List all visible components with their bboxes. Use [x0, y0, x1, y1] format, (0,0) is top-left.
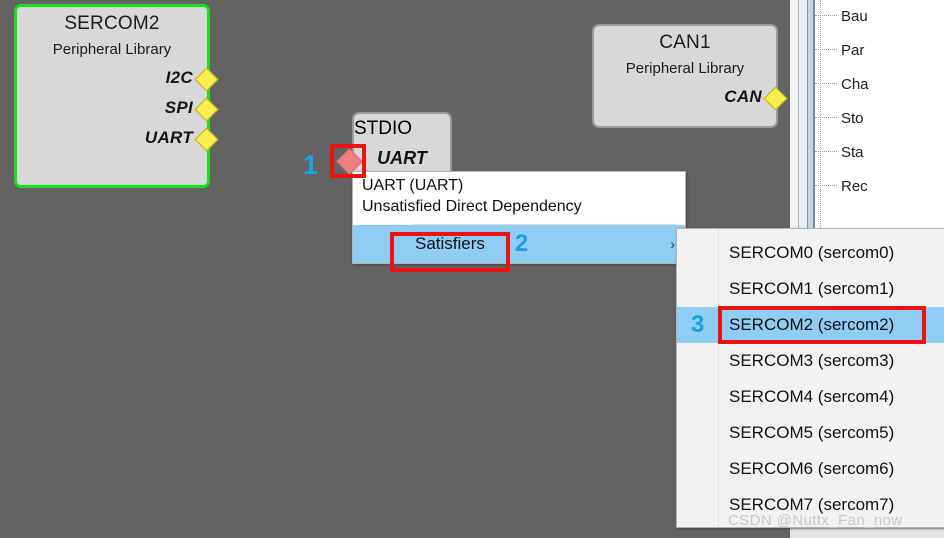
diagram-canvas[interactable]: SERCOM2 Peripheral Library I2C SPI UART … — [0, 0, 790, 538]
port-spi-label: SPI — [164, 98, 193, 117]
menu-item-satisfiers-label: Satisfiers — [415, 234, 485, 253]
port-i2c-connector-icon[interactable] — [194, 67, 219, 92]
submenu-item-label: SERCOM5 (sercom5) — [729, 423, 895, 442]
submenu-item-label: SERCOM3 (sercom3) — [729, 351, 895, 370]
submenu-item-label: SERCOM0 (sercom0) — [729, 243, 895, 262]
port-can[interactable]: CAN — [594, 86, 788, 111]
tree-connector-icon — [815, 15, 837, 17]
block-stdio-title: STDIO — [354, 118, 413, 139]
submenu-item-label: SERCOM1 (sercom1) — [729, 279, 895, 298]
tree-item-label: Par — [841, 41, 865, 59]
port-can-connector-icon[interactable] — [763, 86, 788, 111]
port-spi[interactable]: SPI — [17, 97, 219, 122]
tree-item-receive[interactable]: Rec — [815, 176, 868, 196]
tree-connector-icon — [815, 151, 837, 153]
step-2-marker: 2 — [514, 230, 529, 257]
submenu-item-sercom6[interactable]: SERCOM6 (sercom6) — [677, 451, 944, 487]
block-sercom2-ports: I2C SPI UART — [17, 67, 219, 152]
block-can1-subtitle: Peripheral Library — [625, 60, 745, 77]
submenu-item-sercom3[interactable]: SERCOM3 (sercom3) — [677, 343, 944, 379]
block-stdio-port-label: UART — [377, 148, 427, 168]
port-spi-connector-icon[interactable] — [194, 97, 219, 122]
port-i2c[interactable]: I2C — [17, 67, 219, 92]
block-sercom2[interactable]: SERCOM2 Peripheral Library I2C SPI UART — [14, 4, 219, 188]
watermark: CSDN @Nuttx_Fan_now — [728, 512, 903, 529]
submenu-item-label: SERCOM4 (sercom4) — [729, 387, 895, 406]
tree-item-parity[interactable]: Par — [815, 40, 864, 60]
annotation-step-1: 1 — [303, 150, 319, 180]
tree-connector-icon — [815, 49, 837, 51]
block-stdio[interactable]: STDIO UART — [352, 112, 452, 180]
block-can1[interactable]: CAN1 Peripheral Library CAN — [592, 24, 788, 128]
tree-connector-icon — [815, 83, 837, 85]
submenu-item-sercom4[interactable]: SERCOM4 (sercom4) — [677, 379, 944, 415]
tree-item-label: Sto — [841, 109, 864, 127]
screenshot-root: SERCOM2 Peripheral Library I2C SPI UART … — [0, 0, 944, 538]
tree-item-character[interactable]: Cha — [815, 74, 869, 94]
dependency-status: Unsatisfied Direct Dependency — [362, 198, 582, 215]
tree-item-label: Rec — [841, 177, 868, 195]
submenu-item-sercom1[interactable]: SERCOM1 (sercom1) — [677, 271, 944, 307]
step-3-marker: 3 — [691, 311, 705, 338]
tree-connector-icon — [815, 117, 837, 119]
tree-item-label: Bau — [841, 7, 868, 25]
submenu-item-sercom5[interactable]: SERCOM5 (sercom5) — [677, 415, 944, 451]
port-uart-connector-icon[interactable] — [194, 127, 219, 152]
context-menu[interactable]: UART (UART) Unsatisfied Direct Dependenc… — [352, 171, 686, 264]
tree-item-start[interactable]: Sta — [815, 142, 864, 162]
satisfiers-submenu[interactable]: SERCOM0 (sercom0) SERCOM1 (sercom1) 3 SE… — [676, 228, 944, 528]
port-uart-label: UART — [144, 128, 193, 147]
menu-item-satisfiers[interactable]: Satisfiers 2 › — [353, 225, 685, 263]
port-uart[interactable]: UART — [17, 127, 219, 152]
tree-item-stop[interactable]: Sto — [815, 108, 864, 128]
block-can1-ports: CAN — [594, 86, 788, 111]
submenu-item-sercom2[interactable]: 3 SERCOM2 (sercom2) — [677, 307, 944, 343]
submenu-item-label: SERCOM6 (sercom6) — [729, 459, 895, 478]
submenu-item-label: SERCOM2 (sercom2) — [729, 315, 895, 334]
dock-bottom-bar — [790, 528, 944, 538]
submenu-item-sercom0[interactable]: SERCOM0 (sercom0) — [677, 235, 944, 271]
tree-item-baud[interactable]: Bau — [815, 6, 868, 26]
context-menu-header: UART (UART) Unsatisfied Direct Dependenc… — [353, 172, 685, 224]
port-can-label: CAN — [724, 87, 762, 106]
block-sercom2-subtitle: Peripheral Library — [52, 41, 172, 58]
tree-item-label: Cha — [841, 75, 869, 93]
chevron-right-icon: › — [670, 236, 675, 252]
block-sercom2-title: SERCOM2 — [64, 13, 160, 34]
port-i2c-label: I2C — [165, 68, 193, 87]
tree-connector-icon — [815, 185, 837, 187]
block-can1-title: CAN1 — [659, 32, 711, 53]
dependency-name: UART (UART) — [362, 177, 464, 194]
tree-item-label: Sta — [841, 143, 864, 161]
